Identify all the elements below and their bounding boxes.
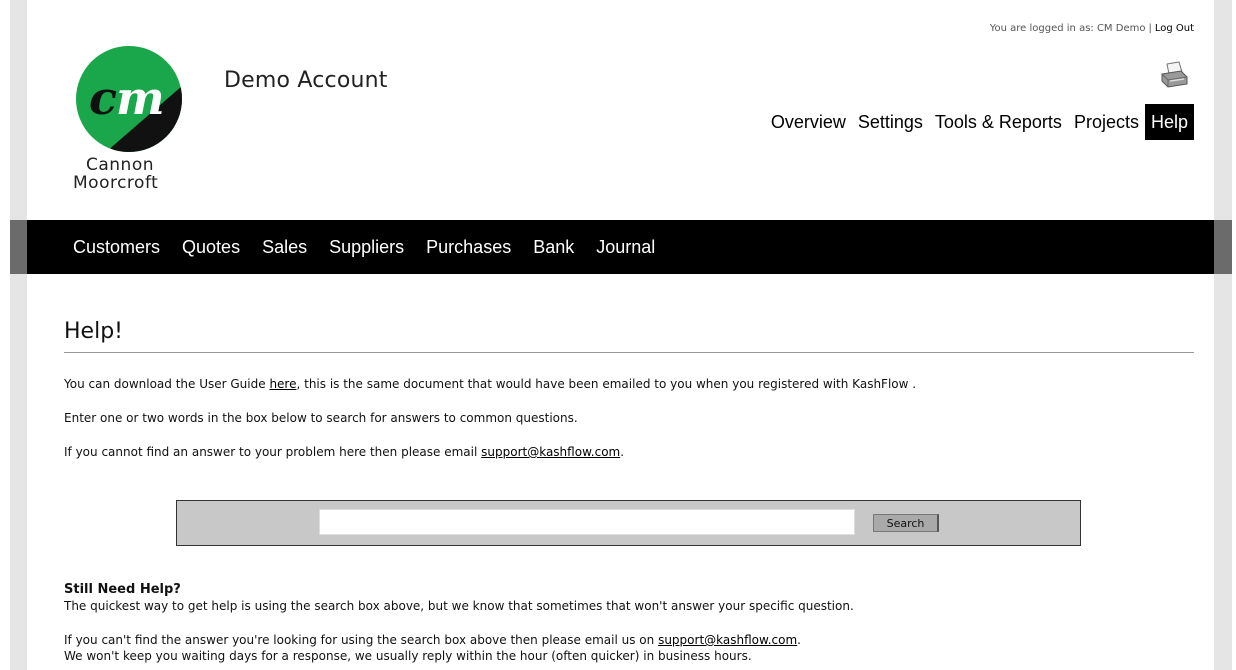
user-guide-paragraph: You can download the User Guide here, th…: [64, 376, 916, 392]
brand-name-line1: Cannon: [86, 155, 155, 175]
main-nav-quotes[interactable]: Quotes: [182, 235, 240, 259]
printer-icon[interactable]: [1159, 60, 1189, 90]
right-gutter: [1214, 0, 1232, 670]
main-nav-journal[interactable]: Journal: [596, 235, 655, 259]
still-need-help-heading: Still Need Help?: [64, 582, 181, 597]
main-nav-suppliers[interactable]: Suppliers: [329, 235, 404, 259]
email-us-text-after: .: [797, 633, 801, 647]
top-nav-settings[interactable]: Settings: [852, 104, 929, 140]
menu-bar-left-edge: [10, 220, 27, 274]
separator: |: [1148, 23, 1152, 34]
user-guide-text-after: , this is the same document that would h…: [296, 377, 917, 391]
response-time-text: We won't keep you waiting days for a res…: [64, 649, 752, 663]
search-button[interactable]: Search: [873, 514, 939, 532]
logout-link[interactable]: Log Out: [1155, 23, 1194, 34]
still-need-help-text: The quickest way to get help is using th…: [64, 599, 854, 613]
top-nav-help[interactable]: Help: [1144, 104, 1194, 140]
main-nav-customers[interactable]: Customers: [73, 235, 160, 259]
help-content: Help! You can download the User Guide he…: [64, 318, 1194, 663]
user-guide-download-link[interactable]: here: [269, 377, 296, 391]
support-email-link[interactable]: support@kashflow.com: [481, 445, 620, 459]
search-instructions: Enter one or two words in the box below …: [64, 411, 578, 425]
email-us-text-before: If you can't find the answer you're look…: [64, 633, 659, 647]
help-search-input[interactable]: [319, 509, 855, 535]
top-nav-projects[interactable]: Projects: [1068, 104, 1145, 140]
user-guide-text-before: You can download the User Guide: [64, 377, 270, 391]
main-nav-sales[interactable]: Sales: [262, 235, 307, 259]
main-menu-bar: Customers Quotes Sales Suppliers Purchas…: [10, 220, 1232, 274]
cm-logo-icon: c m: [76, 46, 182, 152]
main-nav: Customers Quotes Sales Suppliers Purchas…: [73, 235, 677, 259]
support-email-paragraph: If you cannot find an answer to your pro…: [64, 444, 624, 460]
company-logo[interactable]: c m Cannon Moorcroft: [72, 46, 202, 196]
support-text-before: If you cannot find an answer to your pro…: [64, 445, 482, 459]
brand-name-line2: Moorcroft: [73, 173, 159, 193]
menu-bar-right-edge: [1214, 220, 1232, 274]
login-status: You are logged in as: CM Demo | Log Out: [990, 23, 1194, 34]
svg-text:c: c: [89, 71, 117, 125]
main-nav-purchases[interactable]: Purchases: [426, 235, 511, 259]
top-nav-tools-reports[interactable]: Tools & Reports: [929, 104, 1068, 140]
page-title: Help!: [64, 318, 1194, 353]
left-gutter: [10, 0, 27, 670]
top-nav-overview[interactable]: Overview: [765, 104, 852, 140]
email-us-support-link[interactable]: support@kashflow.com: [658, 633, 797, 647]
top-nav: Overview Settings Tools & Reports Projec…: [765, 104, 1194, 140]
support-text-after: .: [620, 445, 625, 459]
account-title: Demo Account: [224, 68, 388, 93]
login-status-text: You are logged in as: CM Demo: [989, 23, 1146, 34]
main-nav-bank[interactable]: Bank: [533, 235, 574, 259]
help-search-panel: Search: [176, 500, 1081, 546]
svg-text:m: m: [116, 71, 165, 125]
page: You are logged in as: CM Demo | Log Out c …: [0, 0, 1236, 670]
email-us-paragraph: If you can't find the answer you're look…: [64, 632, 801, 648]
